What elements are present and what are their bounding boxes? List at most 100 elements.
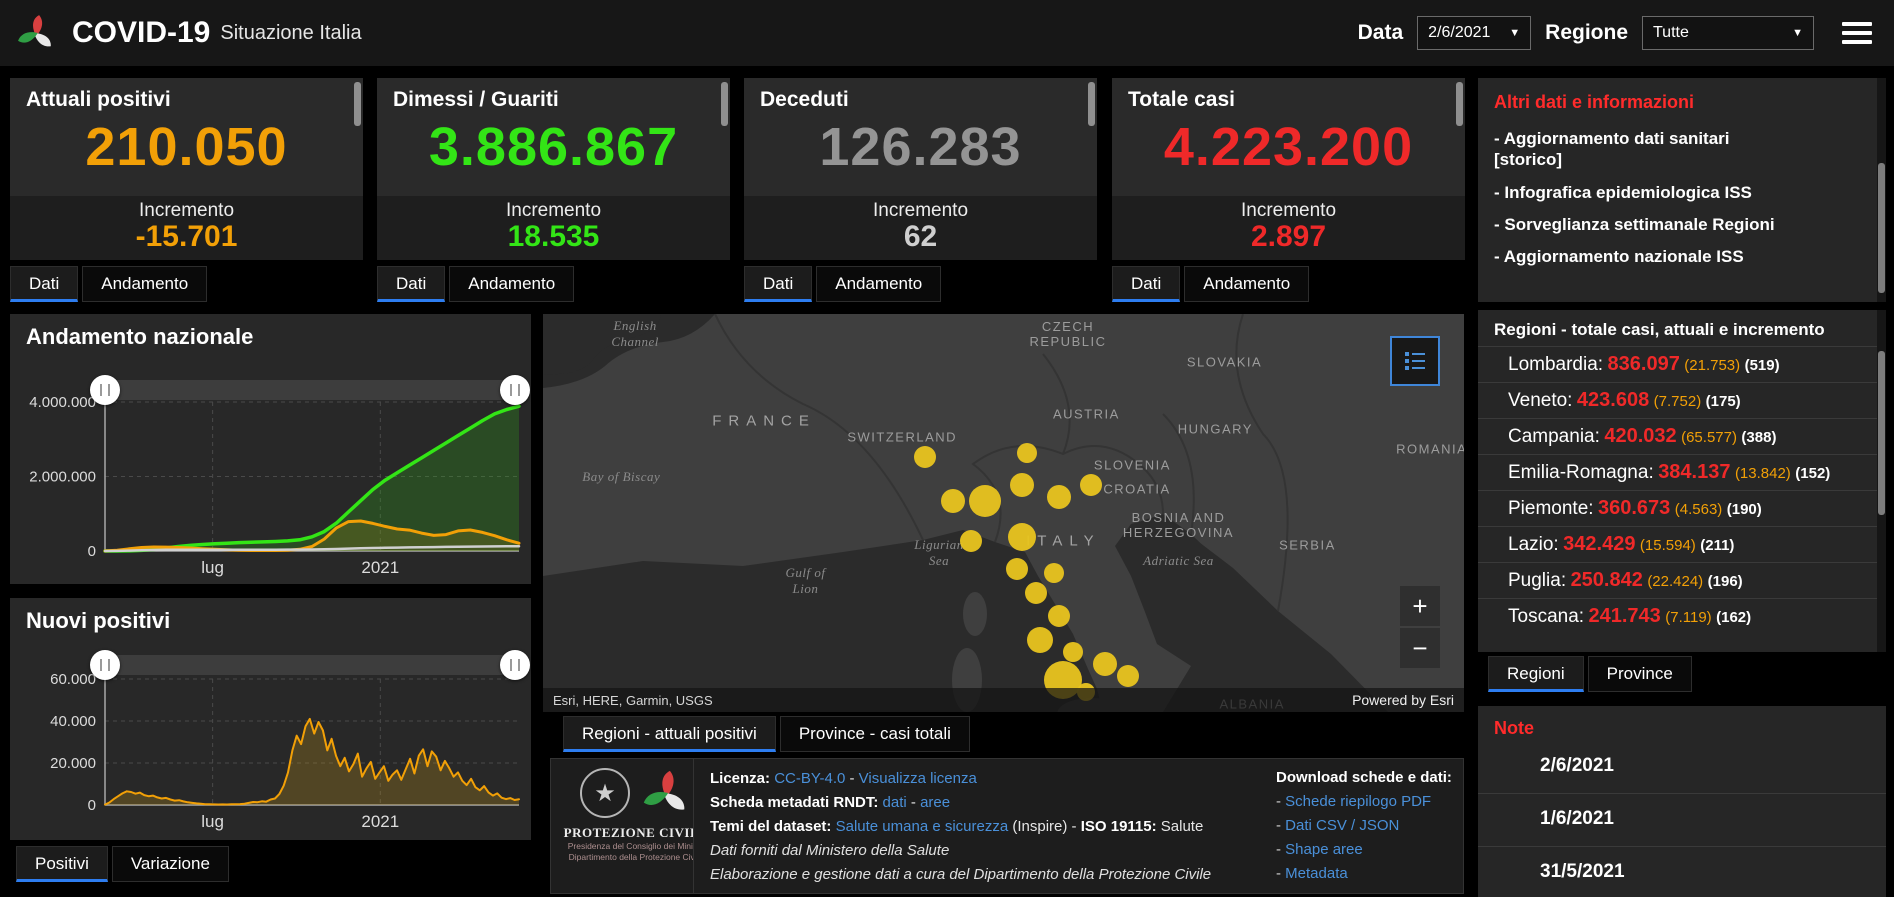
map-data-bubble[interactable]	[1027, 627, 1053, 653]
download-link[interactable]: - Dati CSV / JSON	[1276, 814, 1462, 838]
region-name: Emilia-Romagna:	[1508, 462, 1654, 483]
svg-text:40.000: 40.000	[50, 713, 96, 730]
tab-dati[interactable]: Dati	[10, 266, 78, 302]
map-data-bubble[interactable]	[1008, 523, 1036, 551]
increment-value: 18.535	[377, 222, 730, 252]
slider-handle-left[interactable]	[90, 650, 120, 680]
altri-dati-link[interactable]: - Infografica epidemiologica ISS	[1478, 171, 1886, 203]
note-item[interactable]: 1/6/2021	[1478, 794, 1886, 847]
stat-card: Dimessi / Guariti 3.886.867 Incremento 1…	[377, 78, 730, 260]
region-total: 836.097	[1608, 353, 1680, 375]
region-name: Veneto:	[1508, 390, 1572, 411]
data-label: Data	[1358, 21, 1404, 45]
increment-label: Incremento	[10, 196, 363, 222]
scrollbar[interactable]	[354, 82, 361, 126]
chevron-down-icon: ▼	[1509, 27, 1520, 39]
card-value: 210.050	[10, 116, 363, 178]
zoom-in-button[interactable]: +	[1400, 586, 1440, 626]
tab-andamento[interactable]: Andamento	[816, 266, 941, 302]
tab-dati[interactable]: Dati	[1112, 266, 1180, 302]
download-link[interactable]: - Shape aree	[1276, 838, 1462, 862]
map-data-bubble[interactable]	[1047, 485, 1071, 509]
footer-link[interactable]: Salute umana e sicurezza	[836, 818, 1009, 835]
scrollbar[interactable]	[1456, 82, 1463, 126]
tab-dati[interactable]: Dati	[377, 266, 445, 302]
download-link[interactable]: - Metadata	[1276, 862, 1462, 886]
scrollbar[interactable]	[1877, 310, 1886, 652]
map-data-bubble[interactable]	[1063, 642, 1083, 662]
tab-province[interactable]: Province	[1588, 656, 1692, 692]
tab-province-casi-totali[interactable]: Province - casi totali	[780, 716, 970, 752]
map-data-bubble[interactable]	[1080, 474, 1102, 496]
increment-label: Incremento	[744, 196, 1097, 222]
map-data-bubble[interactable]	[969, 485, 1001, 517]
note-item[interactable]: 31/5/2021	[1478, 847, 1886, 897]
footer-link[interactable]: CC-BY-4.0	[774, 770, 845, 787]
tab-andamento[interactable]: Andamento	[449, 266, 574, 302]
map-data-bubble[interactable]	[1006, 558, 1028, 580]
date-select[interactable]: 2/6/2021 ▼	[1417, 16, 1531, 50]
card-attuali-positivi: Attuali positivi 210.050 Incremento -15.…	[10, 78, 363, 302]
region-row[interactable]: Lombardia: 836.097 (21.753) (519)	[1478, 346, 1886, 382]
zoom-out-button[interactable]: −	[1400, 628, 1440, 668]
map-data-bubble[interactable]	[1010, 473, 1034, 497]
region-select[interactable]: Tutte ▼	[1642, 16, 1814, 50]
map-data-bubble[interactable]	[1025, 582, 1047, 604]
note-item[interactable]: 2/6/2021	[1478, 741, 1886, 794]
region-row[interactable]: Piemonte: 360.673 (4.563) (190)	[1478, 490, 1886, 526]
footer-link[interactable]: Visualizza licenza	[859, 770, 977, 787]
scrollbar[interactable]	[1088, 82, 1095, 126]
legend-icon[interactable]	[1390, 336, 1440, 386]
map-data-bubble[interactable]	[1017, 443, 1037, 463]
tab-regioni-attuali-positivi[interactable]: Regioni - attuali positivi	[563, 716, 776, 752]
region-row[interactable]: Campania: 420.032 (65.577) (388)	[1478, 418, 1886, 454]
tab-andamento[interactable]: Andamento	[82, 266, 207, 302]
card-title: Totale casi	[1112, 78, 1465, 112]
map-data-bubble[interactable]	[1044, 563, 1064, 583]
map-data-bubble[interactable]	[1048, 605, 1070, 627]
scrollbar[interactable]	[1877, 78, 1886, 302]
page-title: COVID-19	[72, 16, 210, 50]
region-row[interactable]: Veneto: 423.608 (7.752) (175)	[1478, 382, 1886, 418]
card-title: Attuali positivi	[10, 78, 363, 112]
tab-andamento[interactable]: Andamento	[1184, 266, 1309, 302]
menu-icon[interactable]	[1842, 22, 1872, 44]
slider-handle-left[interactable]	[90, 375, 120, 405]
protezione-civile-subtitle: Presidenza del Consiglio dei Ministri Di…	[568, 841, 705, 862]
altri-dati-link[interactable]: - Aggiornamento nazionale ISS	[1478, 235, 1886, 267]
card-totale-casi: Totale casi 4.223.200 Incremento 2.897 D…	[1112, 78, 1465, 302]
region-row[interactable]: Toscana: 241.743 (7.119) (162)	[1478, 598, 1886, 634]
footer-link[interactable]: dati	[883, 794, 907, 811]
slider-track[interactable]	[104, 655, 516, 675]
region-row[interactable]: Emilia-Romagna: 384.137 (13.842) (152)	[1478, 454, 1886, 490]
altri-dati-panel: Altri dati e informazioni - Aggiornament…	[1478, 78, 1886, 302]
tab-positivi[interactable]: Positivi	[16, 846, 108, 882]
altri-dati-link[interactable]: - Sorveglianza settimanale Regioni	[1478, 203, 1886, 235]
note-heading: Note	[1478, 706, 1886, 741]
map-data-bubble[interactable]	[941, 489, 965, 513]
time-range-slider[interactable]	[98, 652, 522, 678]
italy-map[interactable]: English ChannelCZECH REPUBLICSLOVAKIAFRA…	[543, 314, 1464, 712]
map-data-bubble[interactable]	[1093, 652, 1117, 676]
map-data-bubble[interactable]	[960, 530, 982, 552]
region-row[interactable]: Puglia: 250.842 (22.424) (196)	[1478, 562, 1886, 598]
svg-text:20.000: 20.000	[50, 755, 96, 772]
altri-dati-link[interactable]: - Aggiornamento dati sanitari [storico]	[1478, 117, 1886, 171]
tab-regioni[interactable]: Regioni	[1488, 656, 1584, 692]
region-row[interactable]: Lazio: 342.429 (15.594) (211)	[1478, 526, 1886, 562]
footer-link[interactable]: aree	[920, 794, 950, 811]
tab-dati[interactable]: Dati	[744, 266, 812, 302]
time-range-slider[interactable]	[98, 377, 522, 403]
card-title: Dimessi / Guariti	[377, 78, 730, 112]
slider-handle-right[interactable]	[500, 375, 530, 405]
slider-track[interactable]	[104, 380, 516, 400]
tab-variazione[interactable]: Variazione	[112, 846, 229, 882]
scrollbar[interactable]	[721, 82, 728, 126]
region-total: 423.608	[1577, 389, 1649, 411]
region-actual: (15.594)	[1640, 537, 1696, 554]
download-link[interactable]: - Schede riepilogo PDF	[1276, 790, 1462, 814]
map-data-bubble[interactable]	[914, 446, 936, 468]
map-data-bubble[interactable]	[1117, 665, 1139, 687]
card-value: 126.283	[744, 116, 1097, 178]
slider-handle-right[interactable]	[500, 650, 530, 680]
